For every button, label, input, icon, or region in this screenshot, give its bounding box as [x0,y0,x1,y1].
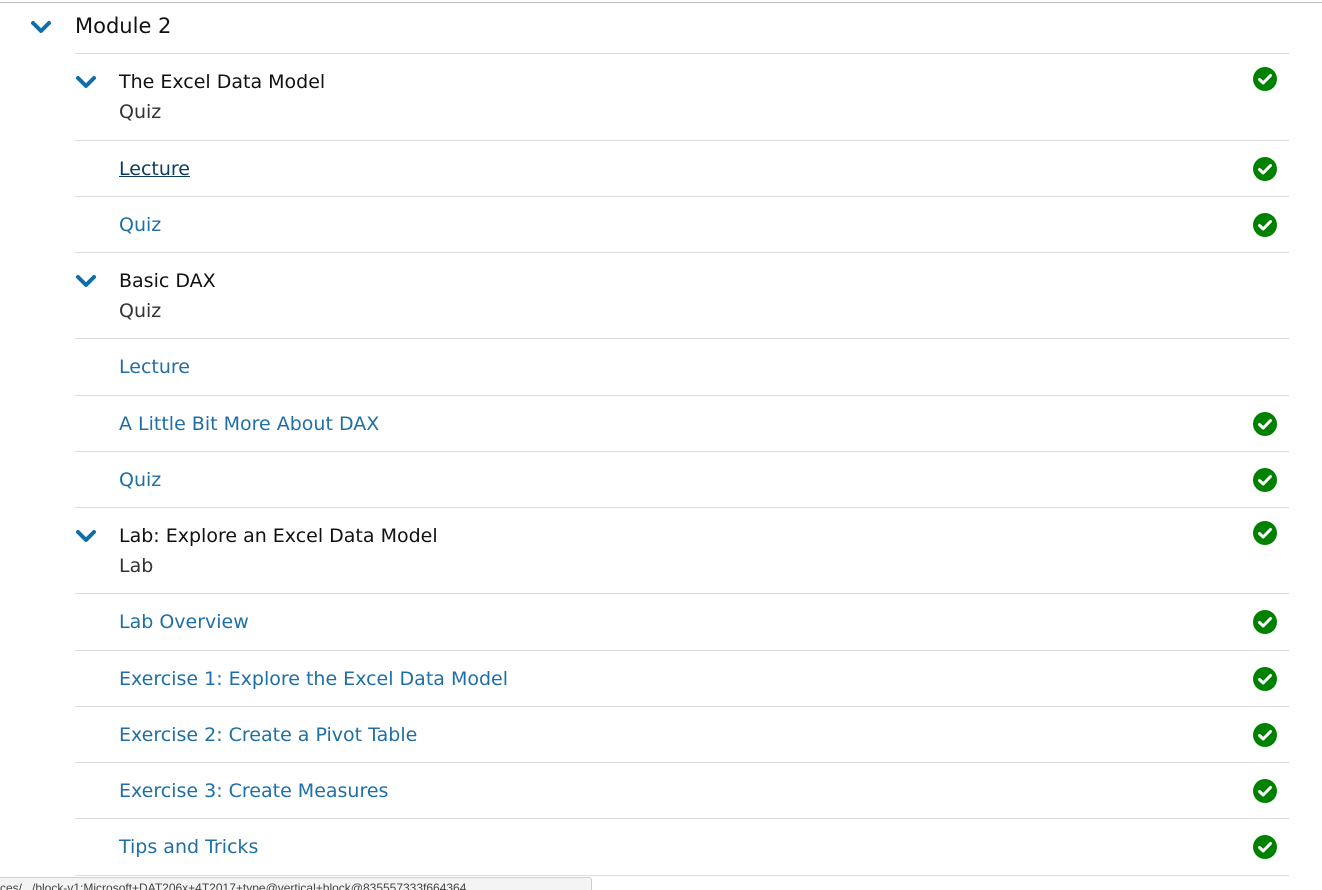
check-circle-icon [1253,213,1277,237]
unit-link-lecture[interactable]: Lecture [119,157,190,181]
status-bar: ces/.../block-v1:Microsoft+DAT206x+4T201… [0,877,592,890]
unit-link-more-about-dax[interactable]: A Little Bit More About DAX [119,412,379,436]
unit-link-quiz[interactable]: Quiz [119,213,161,237]
subsection-excel-data-model[interactable]: The Excel Data Model Quiz [75,53,1289,140]
module-header[interactable]: Module 2 [0,3,1322,53]
check-circle-icon [1253,835,1277,859]
unit-link-exercise-3[interactable]: Exercise 3: Create Measures [119,779,388,803]
unit-link-lab-overview[interactable]: Lab Overview [119,610,249,634]
unit-row[interactable]: Lecture [75,140,1289,196]
check-circle-icon [1253,610,1277,634]
subsection-title: Lab: Explore an Excel Data Model [119,525,438,547]
unit-link-quiz[interactable]: Quiz [119,468,161,492]
chevron-down-icon[interactable] [30,20,52,34]
unit-row[interactable]: Quiz [75,451,1289,507]
chevron-down-icon[interactable] [75,75,97,89]
check-circle-icon [1253,468,1277,492]
check-circle-icon [1253,521,1277,545]
check-circle-icon [1253,412,1277,436]
chevron-down-icon[interactable] [75,529,97,543]
unit-row[interactable]: Tips and Tricks [75,818,1289,876]
unit-row[interactable]: Lecture [75,338,1289,395]
subsection-lab[interactable]: Lab: Explore an Excel Data Model Lab [75,507,1289,593]
unit-link-exercise-1[interactable]: Exercise 1: Explore the Excel Data Model [119,667,508,691]
unit-link-lecture[interactable]: Lecture [119,355,190,379]
unit-row[interactable]: Exercise 3: Create Measures [75,762,1289,818]
subsection-title: The Excel Data Model [119,71,326,93]
check-circle-icon [1253,667,1277,691]
unit-row[interactable]: Lab Overview [75,593,1289,650]
chevron-down-icon[interactable] [75,274,97,288]
subsection-type: Quiz [119,300,162,322]
check-circle-icon [1253,723,1277,747]
unit-link-exercise-2[interactable]: Exercise 2: Create a Pivot Table [119,723,417,747]
subsection-basic-dax[interactable]: Basic DAX Quiz [75,252,1289,338]
unit-row[interactable]: Exercise 2: Create a Pivot Table [75,706,1289,762]
check-circle-icon [1253,779,1277,803]
unit-row[interactable]: Quiz [75,196,1289,252]
subsection-type: Lab [119,555,154,577]
unit-row[interactable]: A Little Bit More About DAX [75,395,1289,451]
subsection-title: Basic DAX [119,270,216,292]
unit-link-tips-and-tricks[interactable]: Tips and Tricks [119,835,258,859]
unit-row[interactable]: Exercise 1: Explore the Excel Data Model [75,650,1289,706]
subsection-type: Quiz [119,101,162,123]
status-url: ces/.../block-v1:Microsoft+DAT206x+4T201… [0,881,467,890]
module-title: Module 2 [75,14,172,38]
check-circle-icon [1253,157,1277,181]
check-circle-icon [1253,67,1277,91]
